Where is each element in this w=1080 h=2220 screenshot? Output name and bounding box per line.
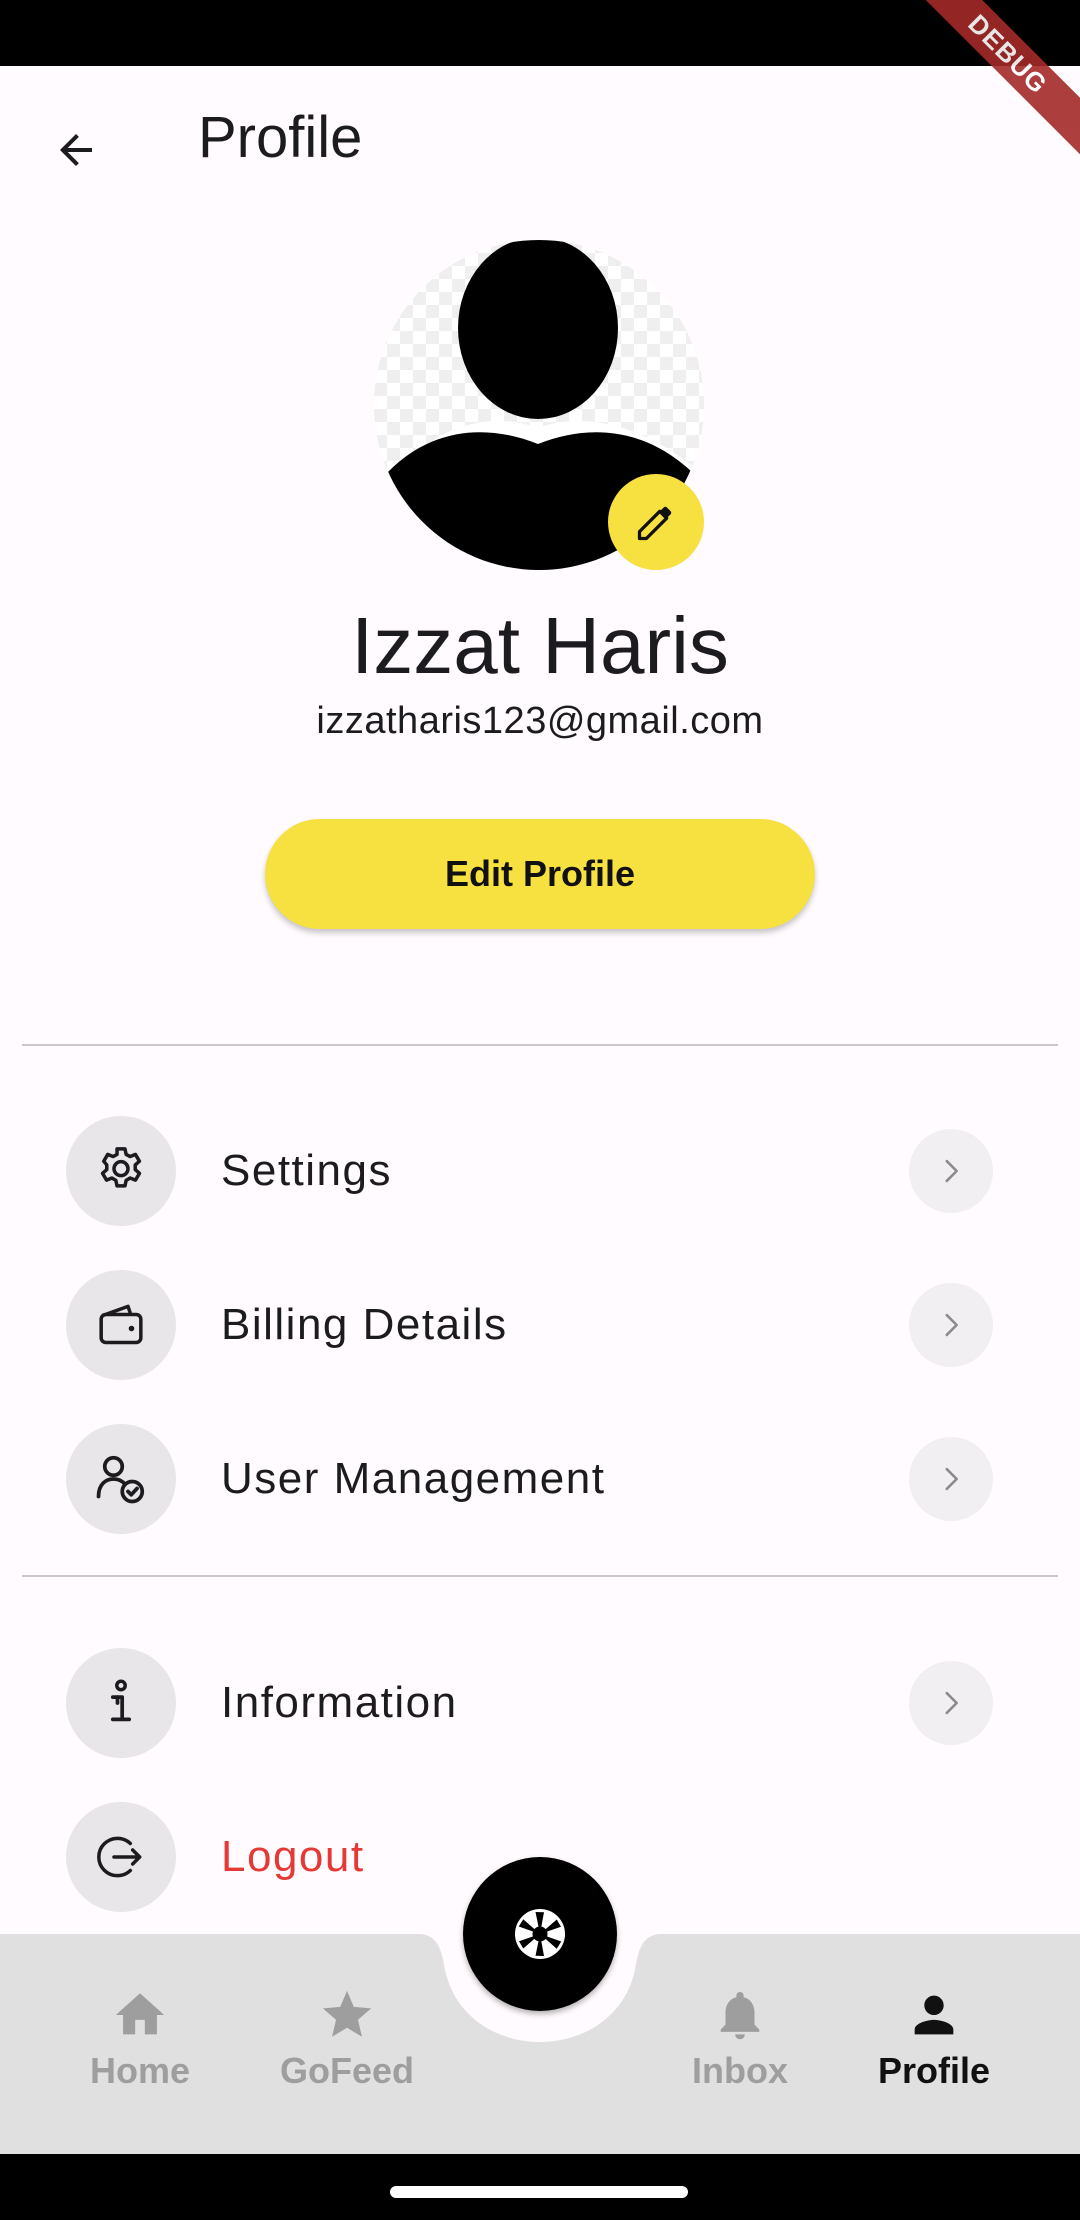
chevron-button[interactable] [909, 1661, 993, 1745]
menu-icon-container [66, 1802, 176, 1912]
menu-item-label: Settings [221, 1146, 392, 1195]
chevron-button[interactable] [909, 1437, 993, 1521]
edit-profile-button[interactable]: Edit Profile [265, 819, 815, 929]
nav-item-gofeed[interactable]: GoFeed [247, 1934, 447, 2154]
camera-fab-button[interactable] [463, 1857, 617, 2011]
page-title: Profile [198, 105, 363, 170]
edit-avatar-button[interactable] [608, 474, 704, 570]
person-icon [914, 1995, 954, 2035]
wallet-icon [99, 1304, 143, 1345]
menu-item-user-management[interactable]: User Management [0, 1414, 1080, 1544]
user-email: izzatharis123@gmail.com [316, 700, 764, 742]
divider [22, 1044, 1058, 1046]
nav-label: GoFeed [279, 2050, 414, 2091]
menu-icon-container [66, 1424, 176, 1534]
nav-item-profile[interactable]: Profile [834, 1934, 1034, 2154]
status-bar [0, 0, 1080, 66]
chevron-right-icon [945, 1691, 958, 1715]
menu-item-label: Billing Details [221, 1300, 508, 1349]
user-name: Izzat Haris [351, 601, 729, 690]
menu-icon-container [66, 1116, 176, 1226]
back-button[interactable] [36, 110, 116, 190]
info-icon [110, 1679, 132, 1722]
menu-icon-container [66, 1270, 176, 1380]
menu-item-label: Logout [221, 1832, 365, 1881]
menu-item-settings[interactable]: Settings [0, 1106, 1080, 1236]
chevron-button[interactable] [909, 1129, 993, 1213]
gear-icon [100, 1147, 142, 1188]
menu-icon-container [66, 1648, 176, 1758]
nav-label: Inbox [692, 2050, 788, 2091]
menu-item-label: Information [221, 1678, 458, 1727]
divider [22, 1575, 1058, 1577]
avatar-container [374, 240, 704, 570]
chevron-right-icon [945, 1467, 958, 1491]
star-icon [322, 1990, 372, 2037]
nav-item-inbox[interactable]: Inbox [640, 1934, 840, 2154]
camera-shutter-icon [515, 1909, 565, 1959]
user-check-icon [96, 1455, 145, 1504]
bell-icon [720, 1992, 760, 2040]
logout-icon [97, 1836, 142, 1878]
chevron-right-icon [945, 1159, 958, 1183]
menu-item-information[interactable]: Information [0, 1638, 1080, 1768]
menu-item-label: User Management [221, 1454, 606, 1503]
home-icon [115, 1993, 165, 2035]
chevron-button[interactable] [909, 1283, 993, 1367]
pencil-icon [637, 506, 672, 541]
arrow-back-icon [60, 134, 92, 166]
nav-label: Home [89, 2050, 191, 2091]
menu-item-billing-details[interactable]: Billing Details [0, 1260, 1080, 1390]
chevron-right-icon [945, 1313, 958, 1337]
nav-item-home[interactable]: Home [40, 1934, 240, 2154]
home-gesture-handle[interactable] [390, 2186, 688, 2198]
app-bar: Profile [0, 66, 1080, 216]
nav-label: Profile [877, 2050, 991, 2091]
